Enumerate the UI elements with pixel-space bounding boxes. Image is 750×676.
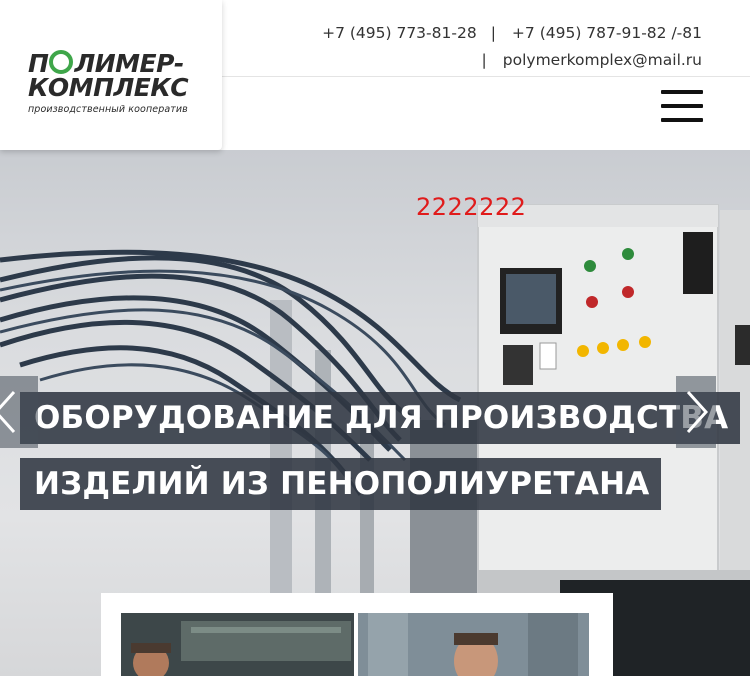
hamburger-icon [661, 90, 703, 94]
hero-slider: 2222222 ОБОРУДОВАНИЕ ДЛЯ ПРОИЗВОДСТВА ИЗ… [0, 150, 750, 676]
slide-title-line-2: ИЗДЕЛИЙ ИЗ ПЕНОПОЛИУРЕТАНА [20, 458, 662, 510]
site-header: П ЛИМЕР- КОМПЛЕКС производственный коопер… [0, 0, 750, 150]
separator: | [481, 51, 487, 69]
slider-next-button[interactable] [676, 376, 716, 448]
logo-card[interactable]: П ЛИМЕР- КОМПЛЕКС производственный коопер… [0, 0, 222, 150]
phone-link-1[interactable]: +7 (495) 773-81-28 [322, 24, 477, 42]
placeholder-red-text: 2222222 [416, 193, 527, 221]
cabinet-fan [683, 232, 713, 294]
logo-circle-icon [49, 50, 74, 74]
hamburger-icon-bar [661, 104, 703, 108]
email-link[interactable]: polymerkomplex@mail.ru [503, 51, 702, 69]
phone-link-2[interactable]: +7 (495) 787-91-82 /-81 [512, 24, 702, 42]
header-divider [222, 76, 750, 77]
slide-title: ОБОРУДОВАНИЕ ДЛЯ ПРОИЗВОДСТВА ИЗДЕЛИЙ ИЗ… [20, 392, 741, 510]
header-contacts: +7 (495) 773-81-28 | +7 (495) 787-91-82 /-… [322, 20, 702, 74]
card-image-person[interactable] [358, 613, 589, 676]
card-image-workshop[interactable] [121, 613, 354, 676]
chevron-left-icon [0, 390, 16, 434]
hamburger-menu-button[interactable] [661, 89, 703, 123]
logo-subtitle: производственный кооператив [28, 104, 188, 115]
hamburger-icon-bar [661, 118, 703, 122]
feature-cards [101, 593, 613, 676]
email-row: | polymerkomplex@mail.ru [322, 47, 702, 74]
chevron-right-icon [686, 390, 708, 434]
slider-prev-button[interactable] [0, 376, 38, 448]
logo-line-2: КОМПЛЕКС [28, 73, 189, 102]
slide-title-line-1: ОБОРУДОВАНИЕ ДЛЯ ПРОИЗВОДСТВА [20, 392, 741, 444]
separator: | [490, 24, 496, 42]
company-logo[interactable]: П ЛИМЕР- КОМПЛЕКС производственный коопер… [28, 50, 198, 115]
phones-row: +7 (495) 773-81-28 | +7 (495) 787-91-82 /-… [322, 20, 702, 47]
